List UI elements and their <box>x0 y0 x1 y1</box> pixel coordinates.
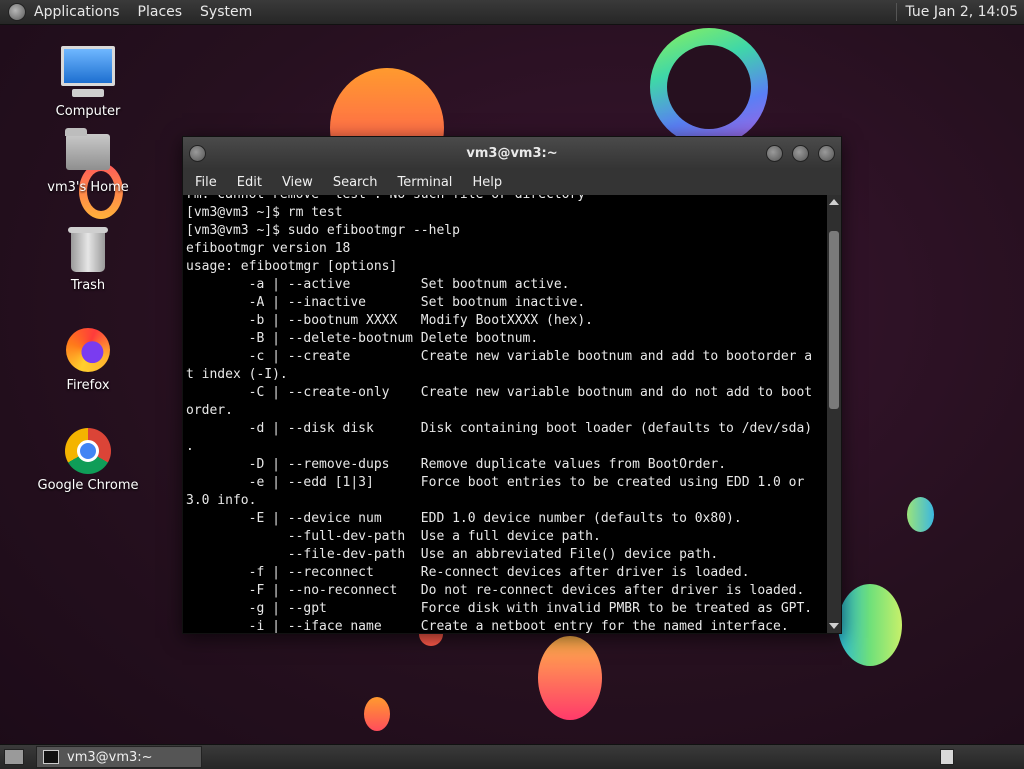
wallpaper-shape <box>364 697 390 731</box>
window-title: vm3@vm3:~ <box>466 145 558 161</box>
terminal-icon <box>43 750 59 764</box>
desktop-icon-firefox[interactable]: Firefox <box>28 328 148 393</box>
window-menu-icon[interactable] <box>189 145 206 162</box>
terminal-line: -g | --gpt Force disk with invalid PMBR … <box>186 601 813 616</box>
menu-search[interactable]: Search <box>333 175 378 190</box>
scroll-up-icon[interactable] <box>829 199 839 205</box>
scroll-down-icon[interactable] <box>829 623 839 629</box>
firefox-icon <box>66 328 110 372</box>
wallpaper-shape <box>907 497 934 532</box>
taskbar-item-label: vm3@vm3:~ <box>67 749 153 765</box>
desktop-icon-computer[interactable]: Computer <box>28 46 148 119</box>
terminal-window[interactable]: vm3@vm3:~ File Edit View Search Terminal… <box>182 136 842 634</box>
terminal-text: rm: cannot remove 'test': No such file o… <box>183 195 827 633</box>
bottom-panel: vm3@vm3:~ <box>0 744 1024 769</box>
close-icon[interactable] <box>818 145 835 162</box>
chrome-icon <box>65 428 111 474</box>
workspace-switcher[interactable] <box>940 749 954 765</box>
menu-edit[interactable]: Edit <box>237 175 262 190</box>
terminal-line: --file-dev-path Use an abbreviated File(… <box>186 547 719 562</box>
desktop-icon-label: Google Chrome <box>37 478 139 493</box>
terminal-scrollbar[interactable] <box>827 195 841 633</box>
terminal-line: efibootmgr version 18 <box>186 241 351 256</box>
desktop-icon-chrome[interactable]: Google Chrome <box>28 428 148 493</box>
maximize-icon[interactable] <box>792 145 809 162</box>
desktop-icon-label: vm3's Home <box>47 180 129 195</box>
menu-system[interactable]: System <box>200 4 252 20</box>
terminal-line: -C | --create-only Create new variable b… <box>186 385 813 400</box>
taskbar-item-terminal[interactable]: vm3@vm3:~ <box>36 746 202 768</box>
panel-separator <box>896 3 898 21</box>
show-desktop-icon[interactable] <box>4 749 24 765</box>
desktop-icon-label: Trash <box>70 278 106 293</box>
menu-terminal[interactable]: Terminal <box>397 175 452 190</box>
wallpaper-ring <box>650 28 768 146</box>
menu-help[interactable]: Help <box>472 175 502 190</box>
terminal-line: -i | --iface name Create a netboot entry… <box>186 619 789 633</box>
menu-file[interactable]: File <box>195 175 217 190</box>
terminal-line: . <box>186 439 194 454</box>
trash-icon <box>68 227 108 272</box>
desktop-icon-label: Computer <box>55 104 121 119</box>
menu-view[interactable]: View <box>282 175 313 190</box>
computer-icon <box>61 46 115 97</box>
wallpaper-shape <box>838 584 902 666</box>
desktop-icon-trash[interactable]: Trash <box>28 227 148 293</box>
terminal-line: -e | --edd [1|3] Force boot entries to b… <box>186 475 805 490</box>
terminal-line: order. <box>186 403 233 418</box>
terminal-line: -E | --device num EDD 1.0 device number … <box>186 511 742 526</box>
desktop-icon-label: Firefox <box>66 378 110 393</box>
menu-applications[interactable]: Applications <box>34 4 120 20</box>
terminal-line: usage: efibootmgr [options] <box>186 259 398 274</box>
terminal-line: --full-dev-path Use a full device path. <box>186 529 601 544</box>
desktop-icon-home[interactable]: vm3's Home <box>28 128 148 195</box>
terminal-line: -D | --remove-dups Remove duplicate valu… <box>186 457 727 472</box>
terminal-line: -d | --disk disk Disk containing boot lo… <box>186 421 813 436</box>
wallpaper-shape <box>538 636 602 720</box>
terminal-line: 3.0 info. <box>186 493 257 508</box>
scrollbar-thumb[interactable] <box>829 231 839 409</box>
terminal-line: -f | --reconnect Re-connect devices afte… <box>186 565 750 580</box>
window-menubar: File Edit View Search Terminal Help <box>183 169 841 196</box>
terminal-line: -B | --delete-bootnum Delete bootnum. <box>186 331 539 346</box>
home-folder-icon <box>65 128 110 170</box>
terminal-line: -F | --no-reconnect Do not re-connect de… <box>186 583 805 598</box>
menu-places[interactable]: Places <box>138 4 183 20</box>
terminal-line: [vm3@vm3 ~]$ sudo efibootmgr --help <box>186 223 460 238</box>
terminal-line: -b | --bootnum XXXX Modify BootXXXX (hex… <box>186 313 593 328</box>
top-panel: Applications Places System Tue Jan 2, 14… <box>0 0 1024 25</box>
distro-logo-icon[interactable] <box>8 3 26 21</box>
terminal-line: rm: cannot remove 'test': No such file o… <box>186 195 827 204</box>
terminal-line: -A | --inactive Set bootnum inactive. <box>186 295 586 310</box>
window-titlebar[interactable]: vm3@vm3:~ <box>183 137 841 169</box>
terminal-line: [vm3@vm3 ~]$ rm test <box>186 205 343 220</box>
terminal-line: t index (-I). <box>186 367 288 382</box>
terminal-line: -c | --create Create new variable bootnu… <box>186 349 813 364</box>
terminal-output[interactable]: rm: cannot remove 'test': No such file o… <box>183 195 827 633</box>
minimize-icon[interactable] <box>766 145 783 162</box>
terminal-line: -a | --active Set bootnum active. <box>186 277 570 292</box>
clock[interactable]: Tue Jan 2, 14:05 <box>905 4 1018 20</box>
